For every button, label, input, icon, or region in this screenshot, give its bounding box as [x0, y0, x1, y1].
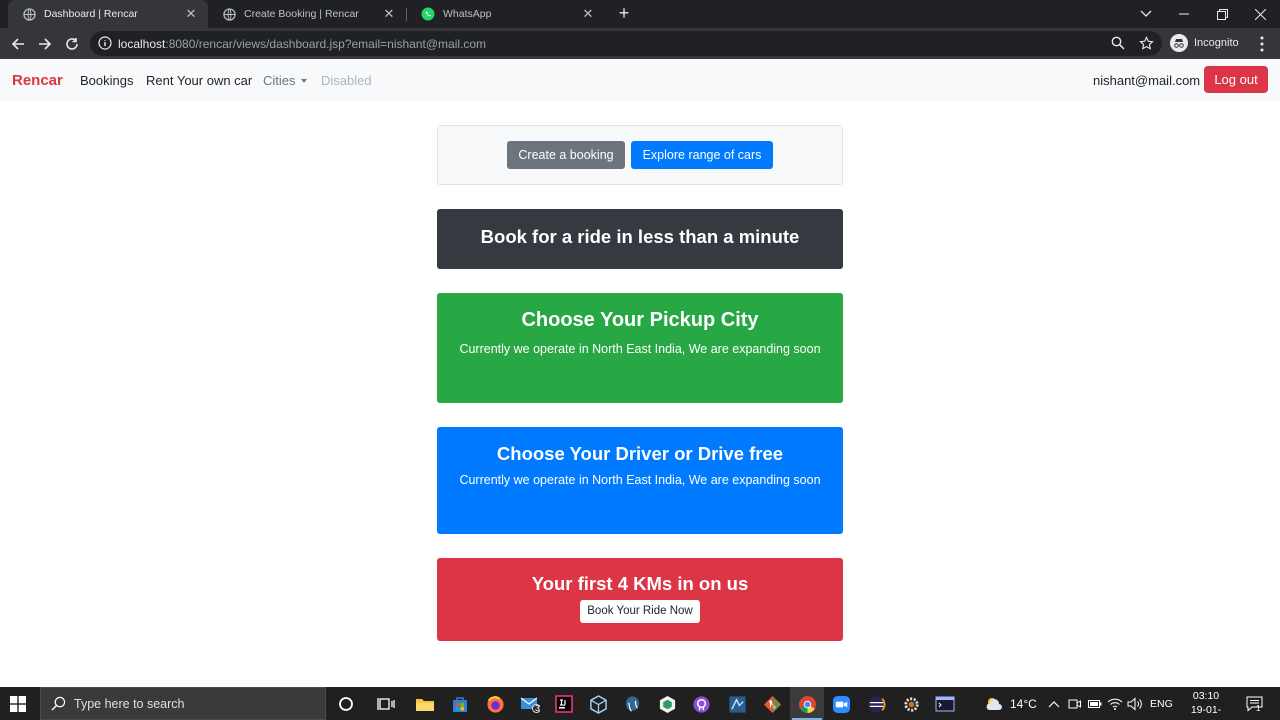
windows-taskbar: Type here to search 3 14°C ENG 03:10 19-… — [0, 687, 1280, 720]
tab-search-icon[interactable] — [1127, 0, 1165, 28]
close-icon[interactable]: ✕ — [581, 6, 595, 22]
menu-dots-icon[interactable] — [1254, 35, 1270, 53]
close-window-icon[interactable] — [1241, 0, 1279, 28]
zoom-search-icon[interactable] — [1111, 36, 1127, 52]
globe-icon — [22, 7, 36, 21]
weather-cloud-icon[interactable] — [983, 693, 1005, 715]
file-explorer-icon[interactable] — [414, 693, 436, 715]
temperature-text: 14°C — [1010, 697, 1037, 711]
taskbar-search[interactable]: Type here to search — [40, 687, 326, 720]
tray-chevron-up-icon[interactable] — [1043, 693, 1065, 715]
url-host: localhost — [118, 37, 166, 51]
notification-icon[interactable]: 1 — [1243, 693, 1265, 715]
url-text: localhost:8080/rencar/views/dashboard.js… — [118, 37, 486, 51]
windows-start-icon[interactable] — [10, 696, 26, 712]
incognito-indicator[interactable]: Incognito — [1170, 32, 1239, 54]
github-icon[interactable] — [690, 693, 712, 715]
mail-icon[interactable]: 3 — [519, 693, 541, 715]
new-tab-button[interactable]: + — [614, 3, 634, 23]
incognito-label: Incognito — [1194, 37, 1239, 49]
cortana-icon[interactable] — [335, 693, 357, 715]
create-booking-button[interactable]: Create a booking — [507, 141, 625, 169]
volume-icon[interactable] — [1124, 693, 1146, 715]
intellij-icon[interactable] — [553, 693, 575, 715]
explore-cars-button[interactable]: Explore range of cars — [631, 141, 773, 169]
tab-title: WhatsApp — [443, 8, 492, 20]
nav-dropdown-cities[interactable]: Cities — [263, 73, 307, 88]
user-email: nishant@mail.com — [1093, 73, 1201, 88]
battery-icon[interactable] — [1084, 693, 1106, 715]
tab-create-booking[interactable]: Create Booking | Rencar ✕ — [208, 0, 406, 28]
whatsapp-icon — [421, 7, 435, 21]
browser-tab-strip: Dashboard | Rencar ✕ Create Booking | Re… — [0, 0, 1280, 28]
postgres-icon[interactable] — [621, 693, 643, 715]
tab-title: Dashboard | Rencar — [44, 8, 138, 20]
brand-logo[interactable]: Rencar — [12, 72, 63, 89]
logout-button[interactable]: Log out — [1204, 66, 1268, 93]
search-icon — [51, 696, 67, 712]
search-placeholder: Type here to search — [74, 697, 185, 711]
caret-down-icon — [300, 78, 307, 83]
address-bar[interactable]: localhost:8080/rencar/views/dashboard.js… — [90, 31, 1162, 56]
nav-link-bookings[interactable]: Bookings — [80, 73, 133, 88]
task-view-icon[interactable] — [375, 693, 397, 715]
terminal-icon[interactable] — [934, 693, 956, 715]
mail-badge: 3 — [535, 703, 540, 713]
driver-card: Choose Your Driver or Drive free Current… — [437, 427, 843, 534]
chrome-icon[interactable] — [796, 693, 818, 715]
eclipse-icon[interactable] — [865, 693, 887, 715]
url-path: :8080/rencar/views/dashboard.jsp?email=n… — [165, 37, 487, 51]
pickup-city-heading: Choose Your Pickup City — [521, 309, 759, 331]
pickup-city-text: Currently we operate in North East India… — [459, 342, 821, 356]
minimize-icon[interactable] — [1165, 0, 1203, 28]
meet-now-icon[interactable] — [1064, 693, 1086, 715]
close-icon[interactable]: ✕ — [184, 6, 198, 22]
back-arrow-icon[interactable] — [7, 33, 29, 55]
tab-whatsapp[interactable]: WhatsApp ✕ — [407, 0, 605, 28]
tagline-heading: Book for a ride in less than a minute — [480, 226, 800, 247]
info-icon[interactable] — [98, 36, 112, 50]
store-icon[interactable] — [449, 693, 471, 715]
system-clock[interactable]: 03:10 19-01-2022 — [1180, 689, 1232, 720]
driver-text: Currently we operate in North East India… — [459, 473, 821, 487]
globe-icon — [222, 7, 236, 21]
restore-icon[interactable] — [1203, 0, 1241, 28]
tagline-card: Book for a ride in less than a minute — [437, 209, 843, 269]
virtualbox-icon[interactable] — [587, 693, 609, 715]
site-navbar: Rencar Bookings Rent Your own car Cities… — [0, 59, 1280, 101]
offer-heading: Your first 4 KMs in on us — [531, 573, 749, 594]
hexagon-app-icon[interactable] — [656, 693, 678, 715]
nav-link-rent-car[interactable]: Rent Your own car — [146, 73, 252, 88]
clock-time: 03:10 — [1192, 690, 1220, 702]
driver-heading: Choose Your Driver or Drive free — [496, 443, 784, 464]
pickup-city-card: Choose Your Pickup City Currently we ope… — [437, 293, 843, 403]
firefox-icon[interactable] — [484, 693, 506, 715]
bookmark-star-icon[interactable] — [1139, 36, 1155, 52]
wifi-icon[interactable] — [1104, 693, 1126, 715]
browser-toolbar: localhost:8080/rencar/views/dashboard.js… — [0, 28, 1280, 59]
offer-card: Your first 4 KMs in on us Book Your Ride… — [437, 558, 843, 641]
settings-gear-icon[interactable] — [900, 693, 922, 715]
language-indicator[interactable]: ENG — [1150, 698, 1173, 710]
reload-icon[interactable] — [61, 33, 83, 55]
tab-title: Create Booking | Rencar — [244, 8, 359, 20]
forward-arrow-icon[interactable] — [34, 33, 56, 55]
action-panel: Create a booking Explore range of cars — [437, 125, 843, 185]
notification-count: 1 — [1256, 704, 1261, 713]
tab-dashboard[interactable]: Dashboard | Rencar ✕ — [8, 0, 208, 28]
code-editor-icon[interactable] — [726, 693, 748, 715]
incognito-icon — [1170, 34, 1188, 52]
cities-label: Cities — [263, 73, 296, 88]
git-icon[interactable] — [761, 693, 783, 715]
close-icon[interactable]: ✕ — [382, 6, 396, 22]
zoom-icon[interactable] — [830, 693, 852, 715]
clock-date: 19-01-2022 — [1190, 704, 1222, 720]
nav-link-disabled: Disabled — [321, 73, 372, 88]
book-ride-button[interactable]: Book Your Ride Now — [580, 600, 700, 623]
